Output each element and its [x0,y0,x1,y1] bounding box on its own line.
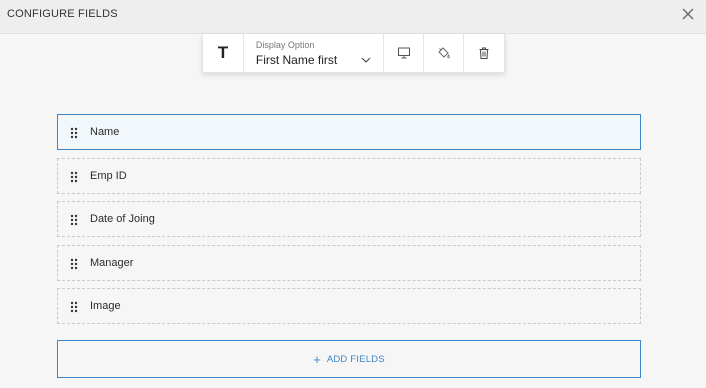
display-option-value: First Name first [255,53,338,67]
field-row-emp-id[interactable]: Emp ID [57,158,641,194]
paint-bucket-icon[interactable] [424,34,465,72]
plus-icon: + [313,351,321,367]
field-label: Manager [90,257,134,269]
field-label: Image [90,300,121,312]
add-fields-button[interactable]: + ADD FIELDS [57,340,641,378]
display-option-select[interactable]: Display Option First Name first [244,34,385,72]
drag-handle-icon[interactable] [70,170,78,183]
field-row-name[interactable]: Name [57,114,641,150]
field-row-image[interactable]: Image [57,288,641,324]
drag-handle-icon[interactable] [70,300,78,313]
dialog-header: CONFIGURE FIELDS [0,0,706,34]
field-label: Date of Joing [90,213,155,225]
text-tool-button[interactable]: T [203,34,244,72]
field-label: Emp ID [90,170,127,182]
text-tool-label: T [217,43,229,62]
monitor-icon[interactable] [384,34,425,72]
field-row-date-of-joining[interactable]: Date of Joing [57,201,641,237]
drag-handle-icon[interactable] [70,257,78,270]
field-toolbar: T Display Option First Name first [202,34,505,73]
trash-icon[interactable] [464,34,504,72]
add-fields-label: ADD FIELDS [326,353,385,365]
dialog-title: CONFIGURE FIELDS [7,8,118,20]
drag-handle-icon[interactable] [70,213,78,226]
chevron-down-icon [361,52,371,63]
field-row-manager[interactable]: Manager [57,245,641,281]
field-label: Name [90,126,120,138]
drag-handle-icon[interactable] [70,126,78,139]
display-option-label: Display Option [255,40,315,50]
close-icon[interactable] [680,6,696,22]
